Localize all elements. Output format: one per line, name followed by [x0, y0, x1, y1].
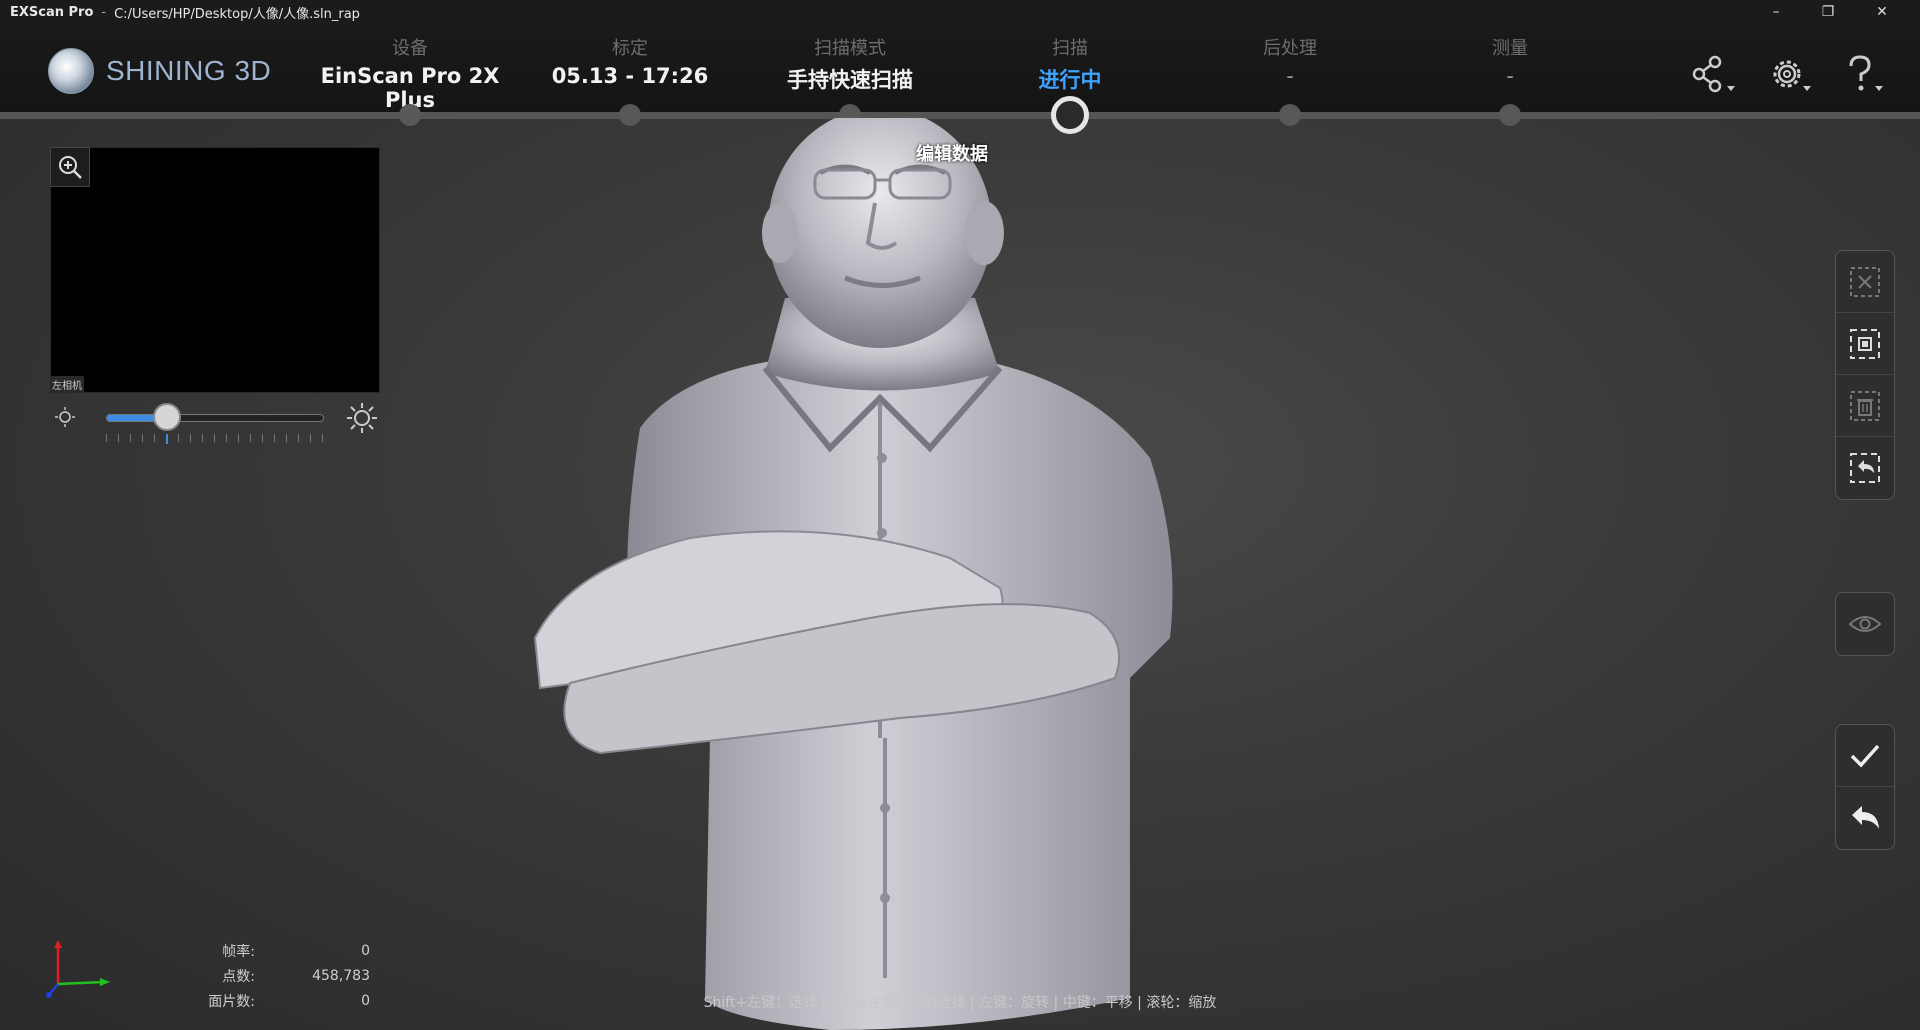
step-measure-value: -: [1506, 64, 1514, 88]
edit-data-label[interactable]: 编辑数据: [916, 140, 988, 166]
frame-rate-label: 帧率:: [222, 943, 255, 960]
step-scan-mode[interactable]: 扫描模式 手持快速扫描: [740, 34, 960, 94]
brightness-tick-marker: [166, 434, 169, 444]
gear-icon[interactable]: [1762, 50, 1818, 100]
step-scan[interactable]: 扫描 进行中: [960, 34, 1180, 94]
camera-preview: [50, 147, 380, 393]
step-measure-label: 测量: [1492, 38, 1528, 59]
points-value: 458,783: [312, 967, 370, 984]
frame-rate-value: 0: [361, 942, 370, 959]
brightness-slider[interactable]: [106, 414, 324, 422]
selection-toolbar: [1835, 250, 1895, 500]
step-calibration-label: 标定: [612, 38, 648, 59]
share-icon[interactable]: [1686, 50, 1742, 100]
zoom-in-icon[interactable]: [50, 147, 90, 187]
brightness-ticks: [106, 434, 324, 442]
points-label: 点数:: [222, 968, 255, 985]
step-scan-label: 扫描: [1052, 38, 1088, 59]
brightness-slider-thumb[interactable]: [153, 403, 182, 431]
brightness-control: [50, 400, 380, 444]
brightness-high-icon: [347, 403, 377, 433]
title-separator: -: [101, 4, 107, 20]
confirm-check-icon[interactable]: [1836, 725, 1894, 787]
brightness-low-icon: [55, 407, 75, 427]
logo-text: SHINING 3D: [106, 55, 272, 86]
camera-label: 左相机: [50, 376, 84, 393]
step-postprocess-value: -: [1286, 64, 1294, 88]
step-node-device[interactable]: [399, 104, 421, 126]
close-button[interactable]: ✕: [1856, 0, 1908, 24]
restore-button[interactable]: ❐: [1802, 0, 1854, 24]
axis-gizmo-icon: [46, 940, 110, 998]
select-connected-icon[interactable]: [1836, 313, 1894, 375]
view-toolbar: [1835, 592, 1895, 656]
step-calibration[interactable]: 标定 05.13 - 17:26: [520, 34, 740, 88]
help-icon[interactable]: [1836, 50, 1892, 100]
step-node-postprocess[interactable]: [1279, 104, 1301, 126]
file-path: C:/Users/HP/Desktop/人像/人像.sln_rap: [114, 6, 360, 22]
step-scan-mode-value: 手持快速扫描: [787, 68, 913, 92]
eye-icon[interactable]: [1836, 593, 1894, 655]
confirm-toolbar: [1835, 724, 1895, 850]
step-measure[interactable]: 测量 -: [1400, 34, 1620, 88]
step-scan-value: 进行中: [1038, 68, 1102, 92]
scan-model-viewport[interactable]: [530, 118, 1230, 1030]
step-device[interactable]: 设备 EinScan Pro 2X Plus: [300, 34, 520, 112]
step-postprocess[interactable]: 后处理 -: [1180, 34, 1400, 88]
shining3d-logo: SHINING 3D: [48, 48, 271, 94]
minimize-button[interactable]: –: [1750, 0, 1802, 24]
undo-arrow-icon[interactable]: [1836, 787, 1894, 849]
logo-mark-icon: [48, 48, 94, 94]
step-postprocess-label: 后处理: [1263, 38, 1317, 59]
stat-frame-rate: 帧率: 0: [190, 938, 370, 963]
step-calibration-value: 05.13 - 17:26: [551, 64, 709, 88]
undo-delete-icon[interactable]: [1836, 437, 1894, 499]
step-node-measure[interactable]: [1499, 104, 1521, 126]
stat-points: 点数: 458,783: [190, 963, 370, 988]
workflow-header: SHINING 3D 设备 EinScan Pro 2X Plus 标定 05.…: [0, 24, 1920, 116]
title-bar: EXScan Pro - C:/Users/HP/Desktop/人像/人像.s…: [0, 0, 1920, 24]
delete-selection-icon[interactable]: [1836, 375, 1894, 437]
step-scan-mode-label: 扫描模式: [814, 38, 886, 59]
app-name: EXScan Pro: [10, 4, 94, 20]
mouse-hint: Shift+左键：选择 | Ctrl+左键：取消选择 | 左键：旋转 | 中键：…: [703, 995, 1217, 1011]
clear-selection-icon[interactable]: [1836, 251, 1894, 313]
step-device-label: 设备: [392, 38, 428, 59]
